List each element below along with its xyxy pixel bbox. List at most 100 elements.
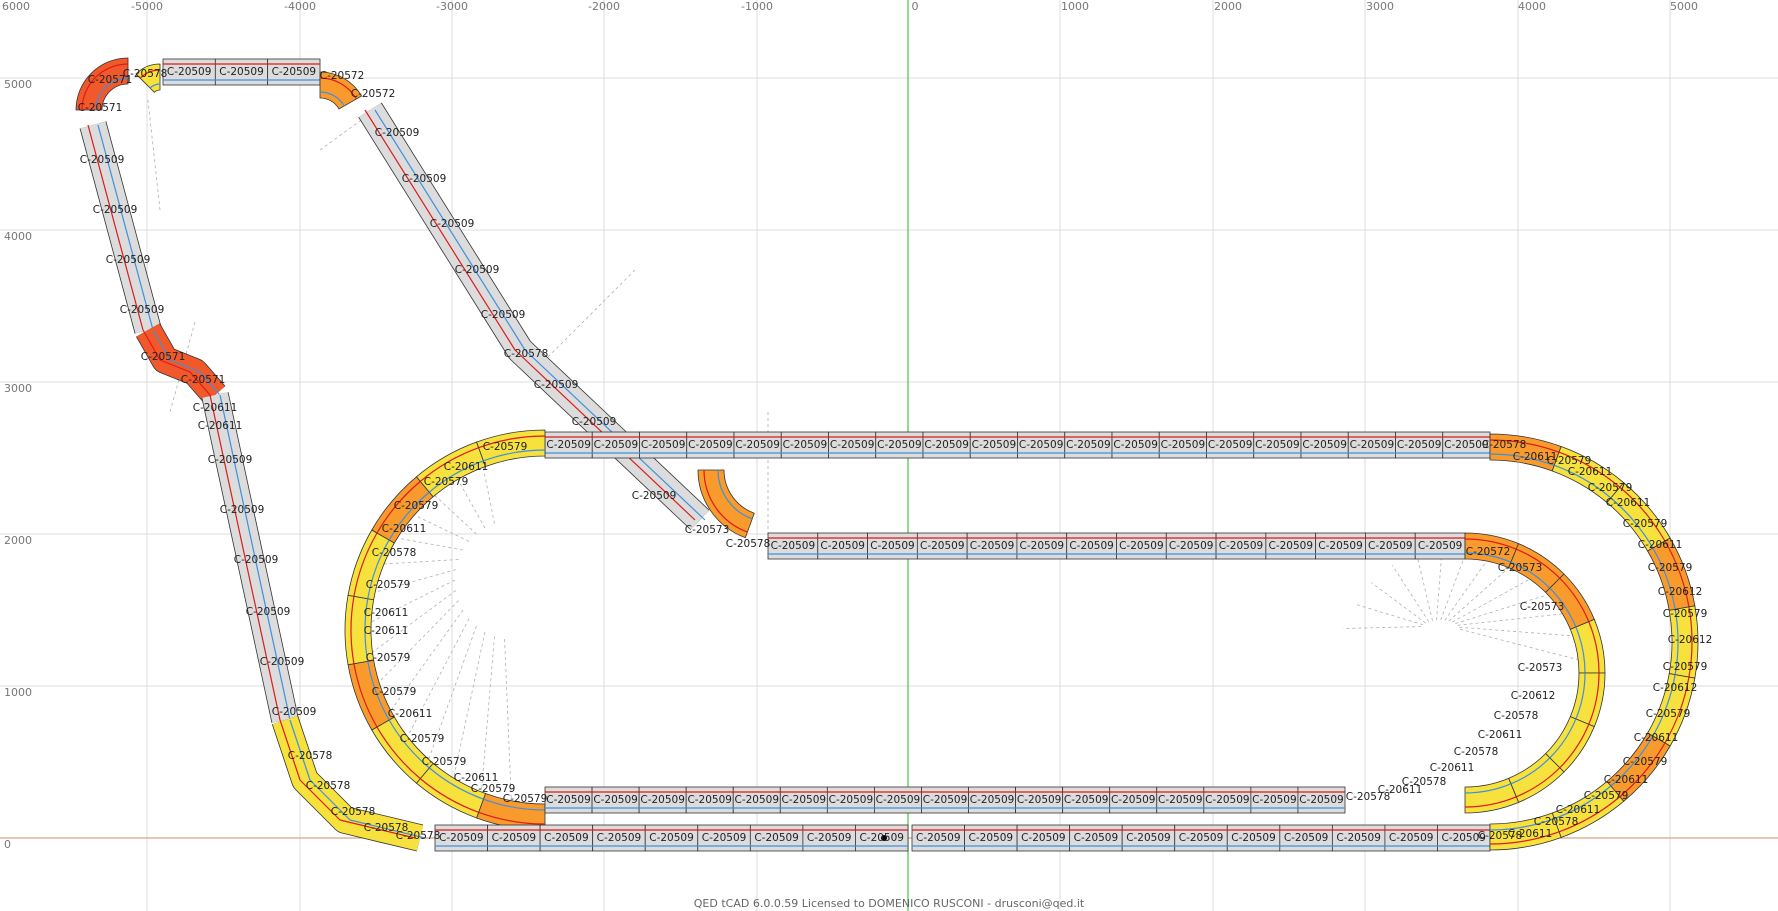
outer-bottom-straight-right-label: C-20509 <box>1231 832 1276 844</box>
inner-bottom-straight-label: C-20509 <box>1252 794 1297 806</box>
label-outer-right-loop: C-20579 <box>1623 756 1668 768</box>
upper-straight-label: C-20509 <box>783 439 828 451</box>
upper-straight-label: C-20509 <box>830 439 875 451</box>
label-left-diag: C-20509 <box>208 454 253 466</box>
outer-bottom-straight-right-label: C-20509 <box>1179 832 1224 844</box>
label-c20578: C-20578 <box>123 68 168 80</box>
license-status-text: QED tCAD 6.0.0.59 Licensed to DOMENICO R… <box>693 897 1085 910</box>
label-inner-right-loop: C-20573 <box>1498 562 1543 574</box>
label-c20578: C-20578 <box>396 830 441 842</box>
label-upper-diag: C-20509 <box>572 416 617 428</box>
x-label-11: 5000 <box>1670 0 1698 13</box>
label-left-diag: C-20509 <box>106 254 151 266</box>
x-label-8: 2000 <box>1214 0 1242 13</box>
middle-straight-label: C-20509 <box>1020 540 1065 552</box>
middle-straight-label: C-20509 <box>1268 540 1313 552</box>
outer-bottom-straight-left-label: C-20509 <box>544 832 589 844</box>
middle-straight-label: C-20509 <box>820 540 865 552</box>
x-label-10: 4000 <box>1518 0 1546 13</box>
label-outer-right-loop: C-20578 <box>1482 439 1527 451</box>
track-design-canvas[interactable]: -5000 -4000 -3000 -2000 -1000 0 1000 200… <box>0 0 1778 911</box>
outer-bottom-straight-left-label: C-20509 <box>439 832 484 844</box>
upper-straight-label: C-20509 <box>1302 439 1347 451</box>
upper-straight-label: C-20509 <box>1208 439 1253 451</box>
label-outer-right-loop: C-20579 <box>1588 482 1633 494</box>
label-c20572: C-20572 <box>351 88 396 100</box>
y-label-0: 0 <box>4 838 11 851</box>
inner-bottom-straight-label: C-20509 <box>593 794 638 806</box>
label-outer-right-loop: C-20578 <box>1534 816 1579 828</box>
inner-bottom-straight-label: C-20509 <box>640 794 685 806</box>
label-c20571: C-20571 <box>181 374 226 386</box>
label-outer-right-loop: C-20579 <box>1623 518 1668 530</box>
label-inner-right-loop: C-20611 <box>1478 729 1523 741</box>
label-c20611: C-20611 <box>193 402 238 414</box>
label-left-diag: C-20509 <box>120 304 165 316</box>
outer-bottom-straight-right-label: C-20509 <box>1336 832 1381 844</box>
label-upper-diag: C-20509 <box>632 490 677 502</box>
middle-straight-label: C-20509 <box>920 540 965 552</box>
label-inner-left-loop: C-20579 <box>424 476 469 488</box>
label-outer-right-loop: C-20611 <box>1604 774 1649 786</box>
x-label-6: 0 <box>912 0 919 13</box>
label-inner-left-loop: C-20579 <box>483 441 528 453</box>
x-label-1: -5000 <box>131 0 163 13</box>
label-inner-left-loop: C-20579 <box>372 686 417 698</box>
x-label-9: 3000 <box>1366 0 1394 13</box>
middle-straight-label: C-20509 <box>1368 540 1413 552</box>
inner-bottom-straight-label: C-20509 <box>1064 794 1109 806</box>
label-upper-diag: C-20509 <box>455 264 500 276</box>
upper-straight-label: C-20509 <box>1350 439 1395 451</box>
upper-straight-label: C-20509 <box>972 439 1017 451</box>
label-upper-diag: C-20509 <box>534 379 579 391</box>
outer-bottom-straight-right-label: C-20509 <box>1284 832 1329 844</box>
label-c20578: C-20578 <box>306 780 351 792</box>
label-c20578: C-20578 <box>726 538 771 550</box>
outer-bottom-straight-right-label: C-20509 <box>1021 832 1066 844</box>
upper-straight-label: C-20509 <box>1255 439 1300 451</box>
top-left-straight-label: C-20509 <box>219 66 264 78</box>
outer-bottom-straight-left-label: C-20509 <box>754 832 799 844</box>
top-left-straight-label: C-20509 <box>272 66 317 78</box>
label-c20578: C-20578 <box>504 348 549 360</box>
upper-straight-label: C-20509 <box>1113 439 1158 451</box>
label-inner-left-loop: C-20611 <box>388 708 433 720</box>
label-outer-right-loop: C-20578 <box>1478 830 1523 842</box>
label-inner-right-loop: C-20578 <box>1346 791 1391 803</box>
label-outer-right-loop: C-20579 <box>1663 608 1708 620</box>
label-c20611: C-20611 <box>198 420 243 432</box>
inner-bottom-straight-label: C-20509 <box>734 794 779 806</box>
label-outer-right-loop: C-20579 <box>1663 661 1708 673</box>
label-outer-right-loop: C-20612 <box>1653 682 1698 694</box>
middle-straight-label: C-20509 <box>1069 540 1114 552</box>
outer-bottom-straight-left-label: C-20509 <box>649 832 694 844</box>
inner-bottom-straight-label: C-20509 <box>782 794 827 806</box>
label-upper-diag: C-20509 <box>430 218 475 230</box>
label-upper-diag: C-20509 <box>402 173 447 185</box>
x-label-4: -2000 <box>588 0 620 13</box>
y-label-3000: 3000 <box>4 382 32 395</box>
x-label-5: -1000 <box>741 0 773 13</box>
label-upper-diag: C-20509 <box>481 309 526 321</box>
label-upper-diag: C-20509 <box>375 127 420 139</box>
middle-straight-label: C-20509 <box>970 540 1015 552</box>
upper-straight-label: C-20509 <box>924 439 969 451</box>
label-outer-right-loop: C-20612 <box>1668 634 1713 646</box>
label-outer-right-loop: C-20611 <box>1606 497 1651 509</box>
upper-straight-label: C-20509 <box>641 439 686 451</box>
inner-bottom-straight-label: C-20509 <box>687 794 732 806</box>
label-left-diag: C-20509 <box>234 554 279 566</box>
upper-straight-label: C-20509 <box>688 439 733 451</box>
label-outer-right-loop: C-20579 <box>1646 708 1691 720</box>
middle-straight-label: C-20509 <box>771 540 816 552</box>
label-c20578: C-20578 <box>331 806 376 818</box>
label-inner-left-loop: C-20611 <box>364 607 409 619</box>
x-label-3: -3000 <box>436 0 468 13</box>
upper-straight-label: C-20509 <box>877 439 922 451</box>
upper-straight-label: C-20509 <box>1066 439 1111 451</box>
label-outer-right-loop: C-20611 <box>1634 732 1679 744</box>
inner-bottom-straight-label: C-20509 <box>1158 794 1203 806</box>
upper-straight-label: C-20509 <box>546 439 591 451</box>
outer-bottom-straight-right-label: C-20509 <box>1074 832 1119 844</box>
upper-straight-label: C-20509 <box>1019 439 1064 451</box>
